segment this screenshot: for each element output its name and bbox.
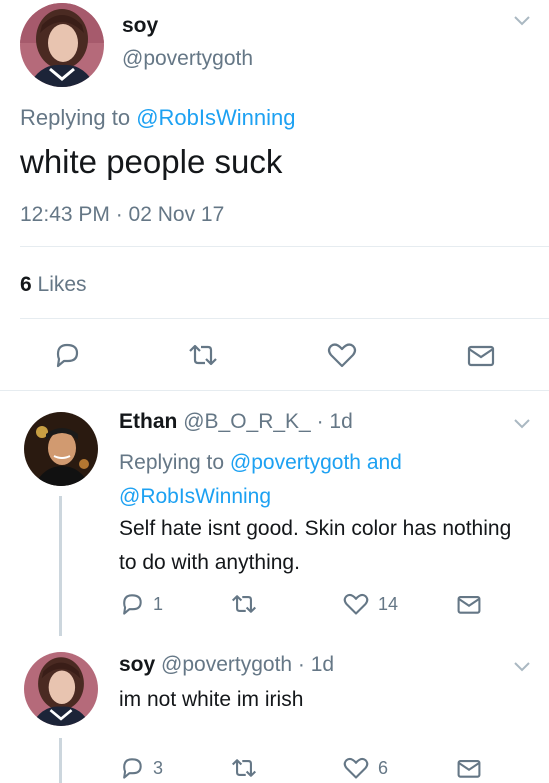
like-button[interactable]: 6 xyxy=(342,755,388,781)
like-icon xyxy=(343,593,369,615)
retweet-button[interactable] xyxy=(186,340,220,370)
avatar[interactable] xyxy=(20,3,104,87)
replying-prefix: Replying to xyxy=(20,105,131,130)
like-button[interactable]: 14 xyxy=(342,591,398,617)
thread-line xyxy=(59,738,62,783)
mention-link[interactable]: @povertygoth xyxy=(230,451,361,474)
timestamp[interactable]: 12:43 PM · 02 Nov 17 xyxy=(20,203,224,227)
like-icon xyxy=(327,343,357,368)
display-name[interactable]: soy xyxy=(122,14,158,38)
direct-message-icon xyxy=(457,760,481,778)
handle-time[interactable]: @povertygoth · 1d xyxy=(161,653,334,676)
reply-icon xyxy=(56,343,79,368)
direct-message-button[interactable] xyxy=(456,755,482,781)
divider xyxy=(0,390,549,391)
display-name[interactable]: soy xyxy=(119,653,155,676)
handle[interactable]: @povertygoth xyxy=(122,47,253,71)
tweet-header: Ethan @B_O_R_K_ · 1d xyxy=(119,410,353,434)
retweet-icon xyxy=(231,595,257,613)
likes-label: Likes xyxy=(37,273,87,296)
retweet-button[interactable] xyxy=(229,755,259,781)
mention-link[interactable]: @RobIsWinning xyxy=(119,485,271,508)
mention-and: and xyxy=(366,451,402,474)
retweet-button[interactable] xyxy=(229,591,259,617)
reply-button[interactable] xyxy=(52,340,82,370)
avatar[interactable] xyxy=(24,412,98,486)
replying-prefix: Replying to xyxy=(119,451,225,474)
reply-button[interactable]: 3 xyxy=(119,755,163,781)
tweet-text: Self hate isnt good. Skin color has noth… xyxy=(119,517,512,574)
mention-link[interactable]: @RobIsWinning xyxy=(136,105,295,130)
chevron-down-icon[interactable] xyxy=(512,417,532,431)
like-icon xyxy=(343,757,369,779)
reply-count: 3 xyxy=(153,757,164,778)
like-count: 6 xyxy=(378,757,389,778)
direct-message-icon xyxy=(467,345,495,367)
tweet-text: im not white im irish xyxy=(119,688,304,711)
direct-message-icon xyxy=(457,596,481,614)
divider xyxy=(20,318,549,319)
likes-count: 6 xyxy=(20,273,32,296)
direct-message-button[interactable] xyxy=(456,591,482,617)
like-count: 14 xyxy=(378,593,399,614)
replying-to-line: Replying to @RobIsWinning xyxy=(20,105,296,131)
chevron-down-icon[interactable] xyxy=(512,660,532,674)
tweet-text: white people suck xyxy=(20,143,283,180)
replying-to-line: Replying to @povertygoth and @RobIsWinni… xyxy=(119,446,519,514)
divider xyxy=(20,246,549,247)
display-name[interactable]: Ethan xyxy=(119,410,177,433)
direct-message-button[interactable] xyxy=(466,340,496,370)
like-button[interactable] xyxy=(326,340,358,370)
reply-button[interactable]: 1 xyxy=(119,591,163,617)
reply-icon xyxy=(123,758,142,779)
handle-time[interactable]: @B_O_R_K_ · 1d xyxy=(183,410,353,433)
chevron-down-icon[interactable] xyxy=(512,14,532,28)
tweet-header: soy @povertygoth · 1d xyxy=(119,653,334,677)
likes-stat[interactable]: 6 Likes xyxy=(20,273,87,297)
retweet-icon xyxy=(189,344,217,366)
thread-line xyxy=(59,496,62,636)
retweet-icon xyxy=(231,759,257,777)
reply-icon xyxy=(123,594,142,615)
reply-count: 1 xyxy=(153,593,164,614)
avatar[interactable] xyxy=(24,652,98,726)
